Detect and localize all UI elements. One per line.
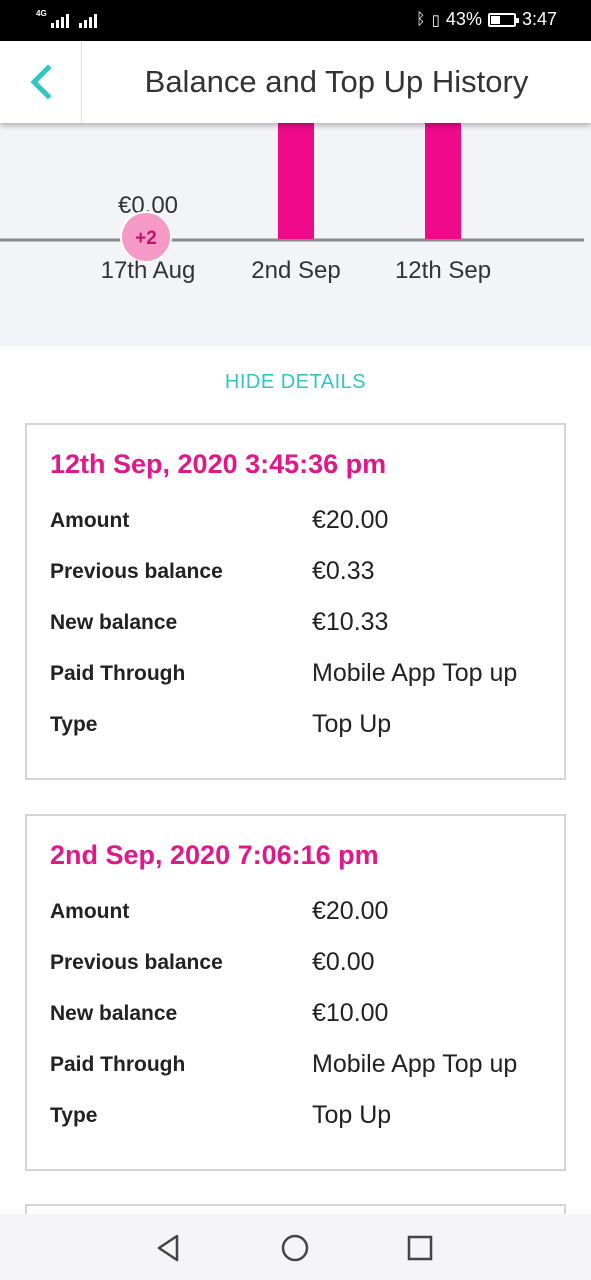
chart-cluster-count: +2 bbox=[135, 228, 157, 249]
new-balance-label: New balance bbox=[50, 611, 178, 634]
signal-icon: 4G bbox=[36, 10, 69, 28]
new-balance-label: New balance bbox=[50, 1002, 178, 1025]
signal-indicators: 4G bbox=[36, 10, 97, 28]
x-tick-label: 12th Sep bbox=[395, 257, 491, 284]
nav-back-icon[interactable] bbox=[153, 1232, 185, 1264]
page-title: Balance and Top Up History bbox=[144, 64, 529, 99]
chart-bar-12th-sep[interactable] bbox=[425, 123, 461, 239]
nav-recents-icon[interactable] bbox=[404, 1232, 436, 1264]
previous-balance-value: €0.00 bbox=[312, 948, 375, 976]
type-value: Top Up bbox=[312, 1101, 392, 1129]
type-value: Top Up bbox=[312, 710, 392, 738]
previous-balance-label: Previous balance bbox=[50, 560, 223, 583]
x-tick-label: 17th Aug bbox=[101, 257, 196, 284]
transaction-datetime: 12th Sep, 2020 3:45:36 pm bbox=[50, 449, 387, 479]
amount-value: €20.00 bbox=[312, 897, 389, 925]
previous-balance-label: Previous balance bbox=[50, 951, 223, 974]
type-label: Type bbox=[50, 713, 98, 736]
previous-balance-value: €0.33 bbox=[312, 557, 375, 585]
paid-through-value: Mobile App Top up bbox=[312, 1050, 518, 1078]
system-nav-bar bbox=[0, 1214, 591, 1280]
network-type-label: 4G bbox=[36, 9, 47, 18]
transaction-card: 12th Sep, 2020 3:45:36 pm Amount €20.00 … bbox=[25, 423, 566, 780]
nav-home-icon[interactable] bbox=[279, 1232, 311, 1264]
transaction-datetime: 2nd Sep, 2020 7:06:16 pm bbox=[50, 840, 379, 870]
clock: 3:47 bbox=[521, 9, 557, 29]
paid-through-value: Mobile App Top up bbox=[312, 659, 518, 687]
back-button[interactable] bbox=[0, 41, 82, 123]
app-bar: Balance and Top Up History bbox=[0, 41, 591, 123]
chart-bar-2nd-sep[interactable] bbox=[278, 123, 314, 239]
new-balance-value: €10.33 bbox=[312, 608, 389, 636]
status-indicators: ᛒ ▯ 43% 3:47 bbox=[416, 9, 557, 30]
x-tick-label: 2nd Sep bbox=[251, 257, 340, 284]
new-balance-value: €10.00 bbox=[312, 999, 389, 1027]
chevron-left-icon bbox=[29, 64, 52, 100]
paid-through-label: Paid Through bbox=[50, 662, 186, 685]
paid-through-label: Paid Through bbox=[50, 1053, 186, 1076]
bluetooth-icon: ᛒ bbox=[416, 10, 426, 28]
vibrate-icon: ▯ bbox=[431, 11, 440, 29]
hide-details-button[interactable]: HIDE DETAILS bbox=[0, 371, 591, 394]
amount-value: €20.00 bbox=[312, 506, 389, 534]
balance-chart[interactable]: €0.00 +2 17th Aug 2nd Sep 12th Sep bbox=[0, 123, 591, 346]
amount-label: Amount bbox=[50, 900, 130, 923]
chart-canvas: €0.00 +2 17th Aug 2nd Sep 12th Sep bbox=[0, 123, 584, 284]
transaction-card: 2nd Sep, 2020 7:06:16 pm Amount €20.00 P… bbox=[25, 814, 566, 1171]
status-bar: 4G ᛒ ▯ 43% 3:47 bbox=[0, 0, 591, 41]
battery-icon bbox=[487, 12, 519, 27]
amount-label: Amount bbox=[50, 509, 130, 532]
battery-percent: 43% bbox=[445, 9, 482, 29]
signal-icon bbox=[78, 10, 97, 28]
type-label: Type bbox=[50, 1104, 98, 1127]
